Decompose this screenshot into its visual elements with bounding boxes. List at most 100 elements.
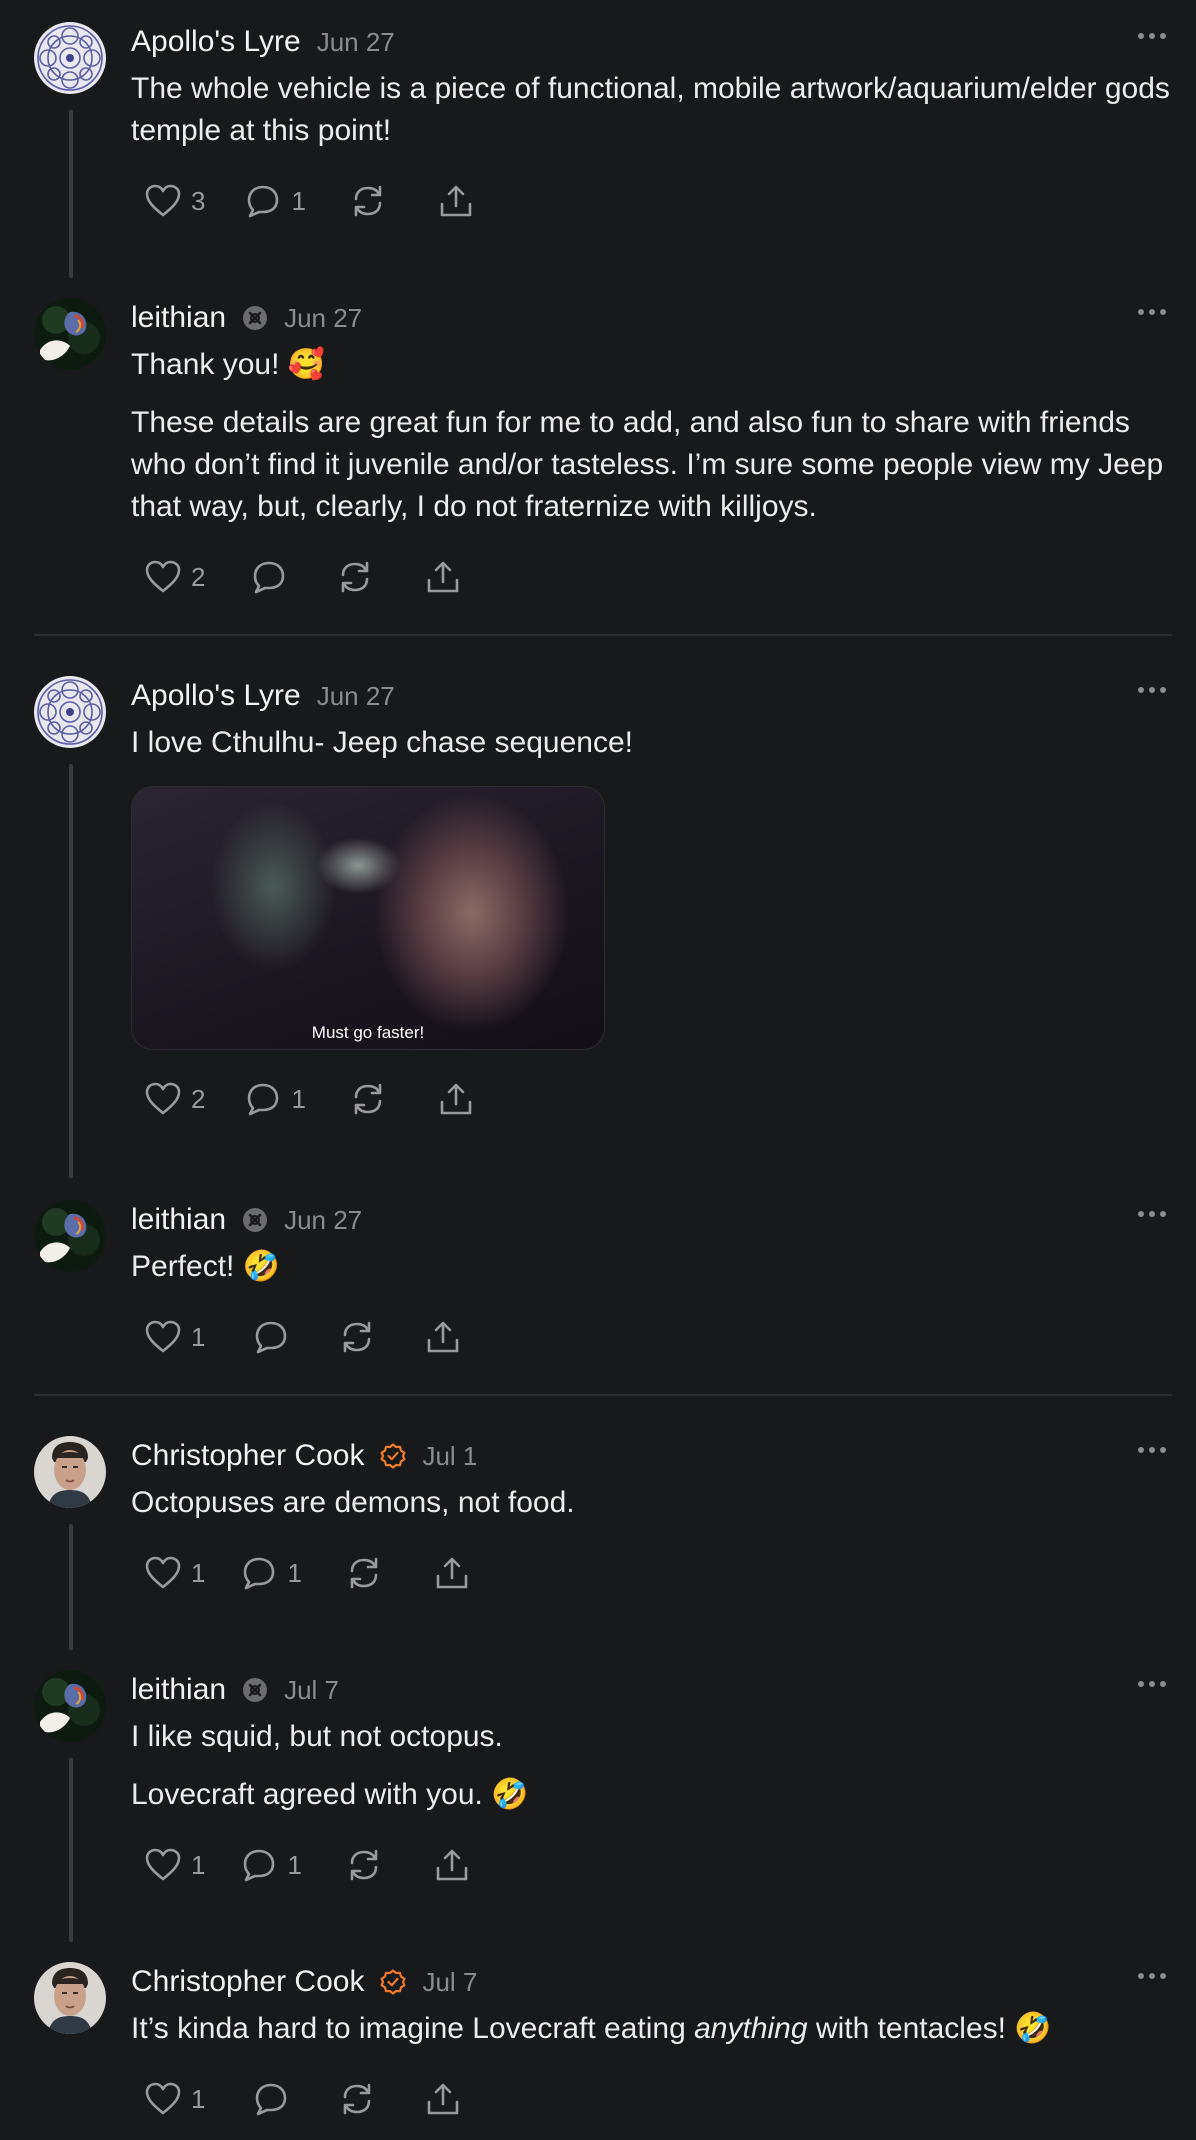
like-button[interactable]: 1 — [145, 1320, 205, 1354]
comment-date[interactable]: Jun 27 — [284, 303, 362, 334]
more-icon[interactable] — [1138, 1440, 1166, 1460]
gif-image[interactable]: Must go faster! — [131, 786, 605, 1050]
reply-button[interactable]: 1 — [245, 184, 306, 218]
author-name[interactable]: Apollo's Lyre — [131, 679, 301, 713]
more-icon[interactable] — [1138, 1204, 1166, 1224]
share-button[interactable] — [438, 184, 474, 218]
like-button[interactable]: 1 — [145, 2082, 205, 2116]
author-name[interactable]: Apollo's Lyre — [131, 25, 301, 59]
restack-icon — [339, 2082, 375, 2116]
restack-button[interactable] — [339, 2082, 375, 2116]
like-button[interactable]: 2 — [145, 1082, 205, 1116]
like-count: 3 — [191, 185, 206, 216]
comment: leithian Jun 27 Perfect! 🤣 1 — [0, 1198, 1196, 1360]
heart-icon — [145, 1320, 181, 1354]
restack-button[interactable] — [350, 184, 386, 218]
restack-icon — [346, 1848, 382, 1882]
reply-button[interactable] — [251, 560, 287, 594]
founding-badge-icon — [242, 1677, 268, 1703]
comment-text-part: It’s kinda hard to imagine Lovecraft eat… — [131, 2012, 695, 2045]
comment-actions: 2 1 — [145, 1076, 1172, 1122]
thread-line — [69, 764, 73, 1178]
avatar-apollos-lyre[interactable] — [34, 22, 106, 94]
more-icon[interactable] — [1138, 302, 1166, 322]
like-count: 1 — [191, 2083, 206, 2114]
share-button[interactable] — [438, 1082, 474, 1116]
reply-button[interactable]: 1 — [241, 1556, 302, 1590]
comment-date[interactable]: Jul 1 — [422, 1441, 477, 1472]
comment-text-emphasis: anything — [694, 2012, 808, 2045]
restack-icon — [339, 1320, 375, 1354]
comment-date[interactable]: Jul 7 — [284, 1675, 339, 1706]
restack-icon — [350, 1082, 386, 1116]
thread-line — [69, 110, 73, 278]
comment: Christopher Cook Jul 7 It’s kinda hard t… — [0, 1960, 1196, 2122]
founding-badge-icon — [242, 305, 268, 331]
restack-button[interactable] — [350, 1082, 386, 1116]
like-count: 2 — [191, 1083, 206, 1114]
author-name[interactable]: leithian — [131, 1203, 226, 1237]
avatar-christopher-cook[interactable] — [34, 1962, 106, 2034]
comment-icon — [253, 2082, 289, 2116]
restack-button[interactable] — [337, 560, 373, 594]
comment-icon — [251, 560, 287, 594]
restack-button[interactable] — [339, 1320, 375, 1354]
comment-actions: 1 — [145, 2076, 1172, 2122]
thread-divider — [34, 634, 1172, 636]
author-name[interactable]: leithian — [131, 1673, 226, 1707]
gif-caption: Must go faster! — [311, 1023, 425, 1042]
share-button[interactable] — [434, 1848, 470, 1882]
comment-actions: 1 1 — [145, 1842, 1172, 1888]
more-icon[interactable] — [1138, 1966, 1166, 1986]
comment-text: Octopuses are demons, not food. — [131, 1486, 575, 1519]
more-icon[interactable] — [1138, 26, 1166, 46]
more-icon[interactable] — [1138, 1674, 1166, 1694]
reply-button[interactable] — [253, 1320, 289, 1354]
comment-header: Christopher Cook Jul 1 — [131, 1434, 1172, 1478]
restack-button[interactable] — [346, 1556, 382, 1590]
restack-button[interactable] — [346, 1848, 382, 1882]
comment-actions: 1 — [145, 1314, 1172, 1360]
comment: leithian Jul 7 I like squid, but not oct… — [0, 1668, 1196, 1888]
avatar-leithian[interactable] — [34, 298, 106, 370]
author-name[interactable]: Christopher Cook — [131, 1439, 364, 1473]
thread-divider — [34, 1394, 1172, 1396]
more-icon[interactable] — [1138, 680, 1166, 700]
heart-icon — [145, 184, 181, 218]
comment-header: Christopher Cook Jul 7 — [131, 1960, 1172, 2004]
share-button[interactable] — [425, 2082, 461, 2116]
comment-text: Lovecraft agreed with you. 🤣 — [131, 1778, 529, 1811]
comment-date[interactable]: Jun 27 — [317, 27, 395, 58]
avatar-leithian[interactable] — [34, 1200, 106, 1272]
reply-button[interactable]: 1 — [245, 1082, 306, 1116]
founding-badge-icon — [242, 1207, 268, 1233]
comment-actions: 1 1 — [145, 1550, 1172, 1596]
like-button[interactable]: 1 — [145, 1556, 205, 1590]
comment-icon — [241, 1848, 277, 1882]
comment-date[interactable]: Jul 7 — [422, 1967, 477, 1998]
like-button[interactable]: 3 — [145, 184, 205, 218]
avatar-christopher-cook[interactable] — [34, 1436, 106, 1508]
share-button[interactable] — [425, 560, 461, 594]
comment-actions: 2 — [145, 554, 1172, 600]
comment-icon — [241, 1556, 277, 1590]
comment-text: I like squid, but not octopus. — [131, 1720, 503, 1753]
reply-count: 1 — [287, 1557, 302, 1588]
reply-button[interactable]: 1 — [241, 1848, 302, 1882]
comment-text: I love Cthulhu- Jeep chase sequence! — [131, 726, 633, 759]
share-button[interactable] — [425, 1320, 461, 1354]
avatar-leithian[interactable] — [34, 1670, 106, 1742]
share-icon — [434, 1848, 470, 1882]
verified-icon — [380, 1443, 406, 1469]
avatar-apollos-lyre[interactable] — [34, 676, 106, 748]
share-icon — [434, 1556, 470, 1590]
author-name[interactable]: leithian — [131, 301, 226, 335]
comment-date[interactable]: Jun 27 — [284, 1205, 362, 1236]
comment-date[interactable]: Jun 27 — [317, 681, 395, 712]
share-button[interactable] — [434, 1556, 470, 1590]
author-name[interactable]: Christopher Cook — [131, 1965, 364, 1999]
like-button[interactable]: 1 — [145, 1848, 205, 1882]
reply-button[interactable] — [253, 2082, 289, 2116]
like-button[interactable]: 2 — [145, 560, 205, 594]
comment-text: Thank you! 🥰 — [131, 348, 326, 381]
